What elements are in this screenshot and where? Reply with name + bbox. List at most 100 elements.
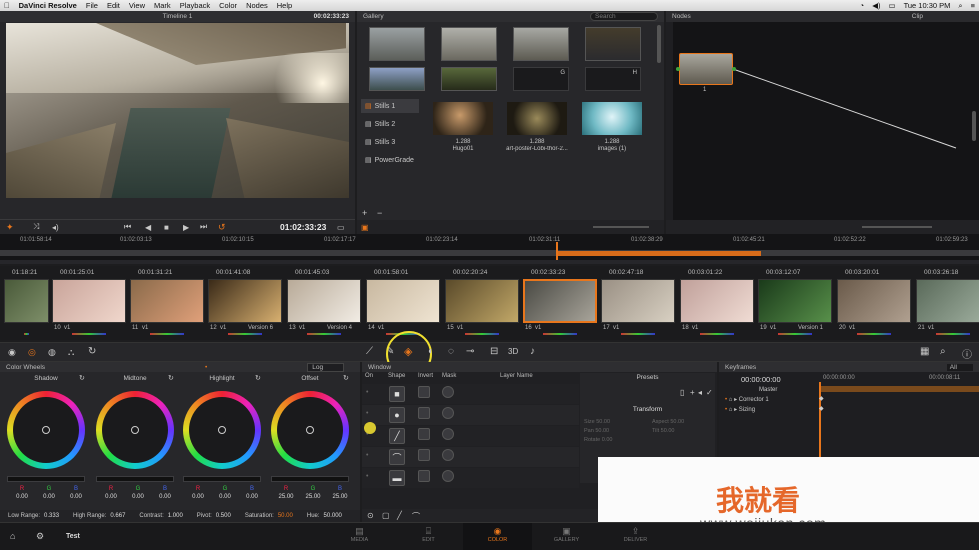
gallery-grid-thumb[interactable]: [441, 27, 497, 61]
channel-value[interactable]: 0.00: [65, 494, 87, 500]
add-album-icon[interactable]: +: [362, 208, 367, 218]
album-stills-1[interactable]: ▤ Stills 1: [361, 99, 419, 113]
saturation-value[interactable]: 50.00: [278, 513, 293, 519]
channel-value[interactable]: 25.00: [275, 494, 297, 500]
delete-preset-icon[interactable]: ▯: [680, 388, 684, 397]
window-row[interactable]: • ╱: [362, 426, 579, 446]
invert-toggle[interactable]: [418, 428, 430, 440]
menu-help[interactable]: Help: [277, 1, 292, 10]
key-icon[interactable]: ⊸: [466, 346, 474, 357]
curves-icon[interactable]: ⟋: [366, 346, 373, 357]
confirm-preset-icon[interactable]: ✓: [706, 388, 713, 397]
color-wheel[interactable]: [271, 391, 349, 469]
timeline-current-clip[interactable]: [557, 251, 761, 256]
reset-icon[interactable]: ↻: [343, 374, 349, 382]
high-range-value[interactable]: 0.667: [110, 513, 125, 519]
channel-value[interactable]: 0.00: [38, 494, 60, 500]
audio-meter-icon[interactable]: ♪: [530, 346, 535, 357]
page-tab-edit[interactable]: ⌸ EDIT: [394, 523, 463, 550]
gallery-grid-slot[interactable]: G: [513, 67, 569, 91]
reset-icon[interactable]: ↻: [255, 374, 261, 382]
timeline-scroll[interactable]: [0, 260, 979, 264]
menu-nodes[interactable]: Nodes: [246, 1, 268, 10]
play-reverse-icon[interactable]: ◀: [145, 223, 151, 232]
rotate-value[interactable]: 0.00: [602, 437, 613, 443]
window-shape-icon[interactable]: ▬: [389, 470, 405, 486]
nodes-clip-label[interactable]: Clip: [912, 13, 923, 20]
skip-end-icon[interactable]: ⏭: [200, 222, 207, 232]
window-row[interactable]: • ▬: [362, 468, 579, 488]
nodes-scrollbar[interactable]: [972, 111, 976, 141]
clip-thumbnail[interactable]: [4, 279, 49, 323]
update-preset-icon[interactable]: ◂: [698, 388, 702, 397]
keyframes-filter[interactable]: All: [946, 363, 973, 371]
mask-toggle[interactable]: [442, 428, 454, 440]
tilt-value[interactable]: 50.00: [661, 428, 675, 434]
viewer-options-icon[interactable]: ▭: [337, 223, 345, 232]
size-value[interactable]: 50.00: [596, 419, 610, 425]
kf-track-row[interactable]: • ⌂ ▸ Corrector 1: [719, 395, 819, 405]
clip-thumbnail[interactable]: [837, 279, 911, 323]
remove-album-icon[interactable]: −: [377, 208, 382, 218]
mask-toggle[interactable]: [442, 449, 454, 461]
channel-value[interactable]: 0.00: [241, 494, 263, 500]
channel-value[interactable]: 25.00: [302, 494, 324, 500]
add-circle-icon[interactable]: ⊙: [367, 511, 374, 520]
channel-value[interactable]: 0.00: [214, 494, 236, 500]
color-wheels-icon[interactable]: ◎: [28, 347, 36, 358]
invert-toggle[interactable]: [418, 449, 430, 461]
master-wheel-slider[interactable]: [7, 476, 85, 482]
clip-thumbnail[interactable]: [601, 279, 675, 323]
audio-icon[interactable]: ◂): [52, 223, 59, 232]
menu-playback[interactable]: Playback: [180, 1, 210, 10]
gallery-zoom-slider[interactable]: [593, 226, 649, 228]
hue-value[interactable]: 50.000: [324, 513, 342, 519]
volume-icon[interactable]: ◀): [872, 1, 880, 10]
gallery-grid-thumb[interactable]: [369, 67, 425, 91]
contrast-value[interactable]: 1.000: [168, 513, 183, 519]
low-range-value[interactable]: 0.333: [44, 513, 59, 519]
channel-value[interactable]: 0.00: [154, 494, 176, 500]
clip-thumbnail[interactable]: [680, 279, 754, 323]
master-wheel-slider[interactable]: [183, 476, 261, 482]
channel-value[interactable]: 0.00: [100, 494, 122, 500]
search-icon[interactable]: ⌕: [958, 1, 962, 11]
page-tab-media[interactable]: ▤ MEDIA: [325, 523, 394, 550]
color-wheel[interactable]: [183, 391, 261, 469]
color-match-icon[interactable]: ◍: [48, 347, 56, 358]
mask-toggle[interactable]: [442, 470, 454, 482]
info-icon[interactable]: ⓘ: [962, 346, 972, 361]
app-menu[interactable]: DaVinci Resolve: [19, 1, 77, 10]
settings-icon[interactable]: ⚙: [36, 531, 44, 542]
window-on-toggle[interactable]: •: [366, 389, 368, 396]
menu-file[interactable]: File: [86, 1, 98, 10]
add-line-icon[interactable]: ╱: [397, 511, 402, 520]
motion-icon[interactable]: ↻: [88, 346, 96, 357]
clip-thumbnail[interactable]: [130, 279, 204, 323]
color-wheel[interactable]: [96, 391, 174, 469]
window-row[interactable]: • ⌒: [362, 447, 579, 467]
color-wheel[interactable]: [7, 391, 85, 469]
kf-marker-icon[interactable]: ◆: [819, 405, 824, 412]
clip-thumbnail[interactable]: [52, 279, 126, 323]
page-tab-gallery[interactable]: ▣ GALLERY: [532, 523, 601, 550]
wheel-mode-select[interactable]: Log: [307, 362, 345, 372]
channel-value[interactable]: 0.00: [11, 494, 33, 500]
skip-start-icon[interactable]: ⏮: [124, 222, 131, 232]
mask-toggle[interactable]: [442, 407, 454, 419]
window-on-toggle[interactable]: •: [366, 410, 368, 417]
clip-thumbnail[interactable]: [758, 279, 832, 323]
invert-toggle[interactable]: [418, 407, 430, 419]
gallery-grid-thumb[interactable]: [585, 27, 641, 61]
clip-thumbnail[interactable]: [287, 279, 361, 323]
menu-color[interactable]: Color: [219, 1, 237, 10]
wheel-puck[interactable]: [131, 426, 139, 434]
window-on-toggle[interactable]: •: [366, 452, 368, 459]
window-shape-icon[interactable]: ■: [389, 386, 405, 402]
invert-toggle[interactable]: [418, 386, 430, 398]
rgb-mixer-icon[interactable]: ⛬: [68, 347, 74, 358]
gallery-mode-icon[interactable]: ▣: [361, 223, 369, 232]
invert-toggle[interactable]: [418, 470, 430, 482]
channel-value[interactable]: 25.00: [329, 494, 351, 500]
gallery-grid-slot[interactable]: H: [585, 67, 641, 91]
